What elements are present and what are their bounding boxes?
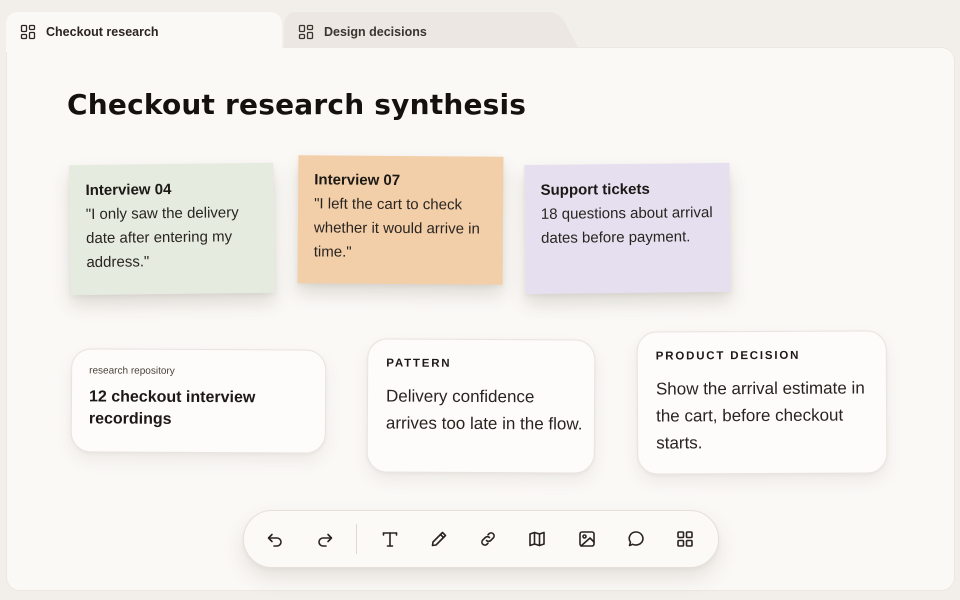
- redo-button[interactable]: [308, 522, 341, 556]
- tab-design-decisions[interactable]: Design decisions: [284, 12, 554, 52]
- sticky-note-support-tickets[interactable]: Support tickets 18 questions about arriv…: [524, 162, 731, 295]
- pen-tool-button[interactable]: [423, 522, 456, 556]
- grid-icon: [677, 531, 693, 547]
- tab-label: Design decisions: [324, 25, 427, 39]
- image-icon: [578, 531, 595, 547]
- card-text: Delivery confidence arrives too late in …: [385, 386, 583, 434]
- sticky-note-title: Interview 04: [85, 181, 172, 200]
- sticky-note-title: Interview 07: [314, 171, 401, 189]
- card-label: PRODUCT DECISION: [655, 349, 801, 363]
- card-text: Show the arrival estimate in the cart, b…: [655, 378, 865, 453]
- sticky-note-interview-07[interactable]: Interview 07 "I left the cart to check w…: [297, 155, 504, 285]
- board-icon: [20, 24, 36, 40]
- card-label: PATTERN: [386, 357, 452, 370]
- pencil-icon: [431, 531, 447, 547]
- link-tool-button[interactable]: [472, 522, 505, 556]
- apps-button[interactable]: [669, 522, 702, 556]
- toolbar-divider: [356, 524, 358, 554]
- comment-icon: [628, 531, 644, 547]
- whiteboard-canvas[interactable]: Checkout research synthesis Interview 04…: [6, 47, 955, 591]
- card-text: 12 checkout interview recordings: [88, 388, 256, 428]
- bottom-toolbar: [243, 510, 719, 568]
- redo-icon: [317, 533, 332, 547]
- sticky-note-body: "I only saw the delivery date after ente…: [85, 204, 239, 272]
- map-tool-button[interactable]: [521, 522, 554, 556]
- card-pattern[interactable]: PATTERN Delivery confidence arrives too …: [366, 338, 596, 474]
- sticky-note-title: Support tickets: [540, 180, 650, 199]
- map-icon: [529, 531, 546, 547]
- tab-label: Checkout research: [46, 25, 159, 39]
- page-title: Checkout research synthesis: [67, 88, 527, 121]
- card-label: research repository: [89, 365, 175, 377]
- image-tool-button[interactable]: [570, 522, 603, 556]
- undo-icon: [268, 533, 283, 547]
- text-tool-button[interactable]: [373, 522, 406, 556]
- sticky-note-body: "I left the cart to check whether it wou…: [313, 195, 480, 261]
- card-research-repository[interactable]: research repository 12 checkout intervie…: [70, 348, 327, 454]
- undo-button[interactable]: [259, 522, 292, 556]
- link-icon: [481, 532, 496, 546]
- sticky-note-interview-04[interactable]: Interview 04 "I only saw the delivery da…: [69, 162, 275, 296]
- card-product-decision[interactable]: PRODUCT DECISION Show the arrival estima…: [636, 330, 888, 475]
- sticky-note-body: 18 questions about arrival dates before …: [540, 204, 713, 247]
- tab-bar: Checkout research Design decisions: [0, 0, 960, 52]
- tab-checkout-research[interactable]: Checkout research: [6, 12, 282, 52]
- comment-tool-button[interactable]: [620, 522, 653, 556]
- text-icon: [382, 532, 398, 547]
- board-icon: [298, 24, 314, 40]
